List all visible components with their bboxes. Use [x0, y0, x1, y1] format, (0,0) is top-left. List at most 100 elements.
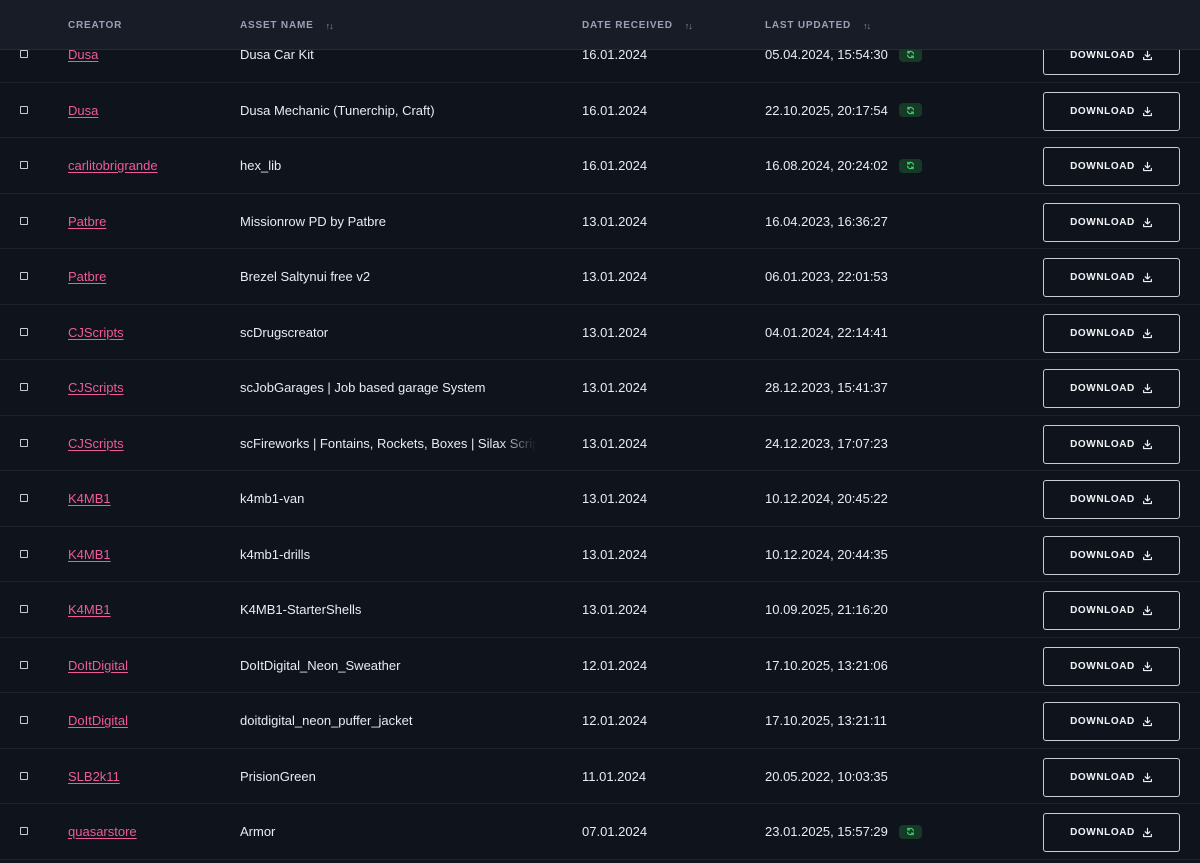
download-label: DOWNLOAD [1070, 771, 1135, 783]
download-label: DOWNLOAD [1070, 161, 1135, 172]
date-received: 13.01.2024 [582, 435, 648, 451]
row-checkbox[interactable] [20, 605, 28, 613]
creator-link[interactable]: SLB2k11 [68, 769, 120, 784]
row-checkbox[interactable] [20, 494, 28, 502]
last-updated: 24.12.2023, 17:07:23 [765, 436, 888, 451]
last-updated-text: 28.12.2023, 15:41:37 [765, 380, 888, 395]
asset-name: scDrugscreator [240, 324, 329, 340]
row-checkbox[interactable] [20, 660, 28, 669]
row-checkbox[interactable] [20, 216, 28, 225]
column-header-date-received[interactable]: DATE RECEIVED ↑↓ [582, 20, 693, 31]
download-label: DOWNLOAD [1070, 438, 1135, 450]
last-updated-text: 23.01.2025, 15:57:29 [765, 824, 888, 839]
download-label: DOWNLOAD [1070, 327, 1135, 339]
row-checkbox[interactable] [20, 383, 28, 391]
last-updated: 23.01.2025, 15:57:29 [765, 824, 922, 839]
sort-arrows-icon[interactable]: ↑↓ [685, 21, 693, 31]
creator-link[interactable]: K4MB1 [68, 547, 111, 562]
download-icon [1142, 272, 1152, 283]
asset-name: k4mb1-drills [240, 546, 311, 562]
download-icon [1142, 106, 1152, 116]
download-button[interactable]: DOWNLOAD [1043, 702, 1180, 741]
last-updated-text: 10.12.2024, 20:45:22 [765, 491, 888, 506]
table-row: K4MB1 K4MB1-StarterShells 13.01.2024 10.… [0, 582, 1200, 638]
creator-link[interactable]: quasarstore [68, 824, 137, 839]
download-button[interactable]: DOWNLOAD [1043, 369, 1180, 408]
last-updated-text: 16.04.2023, 16:36:27 [765, 213, 888, 229]
table-body: Dusa Dusa Car Kit 16.01.2024 05.04.2024,… [0, 27, 1200, 860]
date-received: 16.01.2024 [582, 158, 648, 173]
asset-name: scJobGarages | Job based garage System [240, 380, 486, 395]
last-updated: 20.05.2022, 10:03:35 [765, 769, 888, 784]
row-checkbox[interactable] [20, 771, 28, 780]
download-button[interactable]: DOWNLOAD [1043, 313, 1180, 353]
download-icon [1142, 716, 1152, 727]
update-badge [898, 824, 922, 839]
download-icon [1142, 383, 1152, 394]
asset-name: k4mb1-van [240, 491, 305, 506]
download-button[interactable]: DOWNLOAD [1043, 91, 1180, 131]
download-button[interactable]: DOWNLOAD [1043, 258, 1180, 297]
row-checkbox[interactable] [20, 716, 28, 724]
download-button[interactable]: DOWNLOAD [1043, 813, 1180, 852]
creator-link[interactable]: Patbre [68, 214, 106, 229]
download-label: DOWNLOAD [1070, 383, 1135, 394]
date-received: 13.01.2024 [582, 213, 648, 229]
download-label: DOWNLOAD [1070, 105, 1135, 117]
download-button[interactable]: DOWNLOAD [1043, 646, 1180, 686]
table-row: Patbre Brezel Saltynui free v2 13.01.202… [0, 249, 1200, 305]
download-button[interactable]: DOWNLOAD [1043, 757, 1180, 797]
row-checkbox[interactable] [20, 50, 28, 58]
row-checkbox[interactable] [20, 327, 28, 336]
creator-link[interactable]: K4MB1 [68, 491, 111, 506]
creator-link[interactable]: CJScripts [68, 436, 124, 451]
creator-link[interactable]: Patbre [68, 269, 106, 284]
date-received: 12.01.2024 [582, 657, 648, 673]
last-updated-text: 06.01.2023, 22:01:53 [765, 269, 888, 284]
row-checkbox[interactable] [20, 161, 28, 169]
date-received: 16.01.2024 [582, 102, 648, 118]
creator-link[interactable]: DoItDigital [68, 713, 128, 728]
table-row: carlitobrigrande hex_lib 16.01.2024 16.0… [0, 138, 1200, 194]
row-checkbox[interactable] [20, 438, 28, 447]
last-updated-text: 20.05.2022, 10:03:35 [765, 768, 888, 784]
download-button[interactable]: DOWNLOAD [1043, 480, 1180, 519]
creator-link[interactable]: Dusa [68, 103, 98, 118]
sort-arrows-icon[interactable]: ↑↓ [863, 21, 871, 31]
table-row: SLB2k11 PrisionGreen 11.01.2024 20.05.20… [0, 749, 1200, 804]
last-updated: 06.01.2023, 22:01:53 [765, 269, 888, 284]
download-label: DOWNLOAD [1070, 50, 1135, 61]
asset-name: Armor [240, 824, 276, 839]
column-header-asset-name[interactable]: ASSET NAME ↑↓ [240, 20, 334, 31]
creator-link[interactable]: K4MB1 [68, 602, 111, 617]
last-updated-text: 17.10.2025, 13:21:06 [765, 657, 888, 673]
creator-link[interactable]: carlitobrigrande [68, 158, 158, 173]
update-badge [898, 103, 922, 117]
download-button[interactable]: DOWNLOAD [1043, 424, 1180, 464]
row-checkbox[interactable] [20, 827, 28, 835]
last-updated-text: 04.01.2024, 22:14:41 [765, 324, 888, 340]
download-button[interactable]: DOWNLOAD [1043, 202, 1180, 242]
asset-name: PrisionGreen [240, 768, 316, 784]
download-button[interactable]: DOWNLOAD [1043, 535, 1180, 575]
last-updated: 28.12.2023, 15:41:37 [765, 380, 888, 395]
sort-arrows-icon[interactable]: ↑↓ [326, 21, 334, 31]
asset-name: DoItDigital_Neon_Sweather [240, 657, 401, 673]
row-checkbox[interactable] [20, 272, 28, 280]
column-header-last-updated[interactable]: LAST UPDATED ↑↓ [765, 20, 871, 31]
download-label: DOWNLOAD [1070, 605, 1135, 616]
download-button[interactable]: DOWNLOAD [1043, 147, 1180, 186]
creator-link[interactable]: CJScripts [68, 380, 124, 395]
creator-link[interactable]: CJScripts [68, 325, 124, 340]
row-checkbox[interactable] [20, 105, 28, 114]
download-label: DOWNLOAD [1070, 827, 1135, 838]
date-received: 13.01.2024 [582, 602, 648, 617]
download-icon [1142, 772, 1152, 782]
download-icon [1142, 439, 1152, 449]
row-checkbox[interactable] [20, 549, 28, 558]
download-button[interactable]: DOWNLOAD [1043, 591, 1180, 630]
date-received: 13.01.2024 [582, 269, 648, 284]
date-received: 12.01.2024 [582, 713, 648, 728]
creator-link[interactable]: DoItDigital [68, 658, 128, 673]
refresh-icon [906, 827, 914, 836]
